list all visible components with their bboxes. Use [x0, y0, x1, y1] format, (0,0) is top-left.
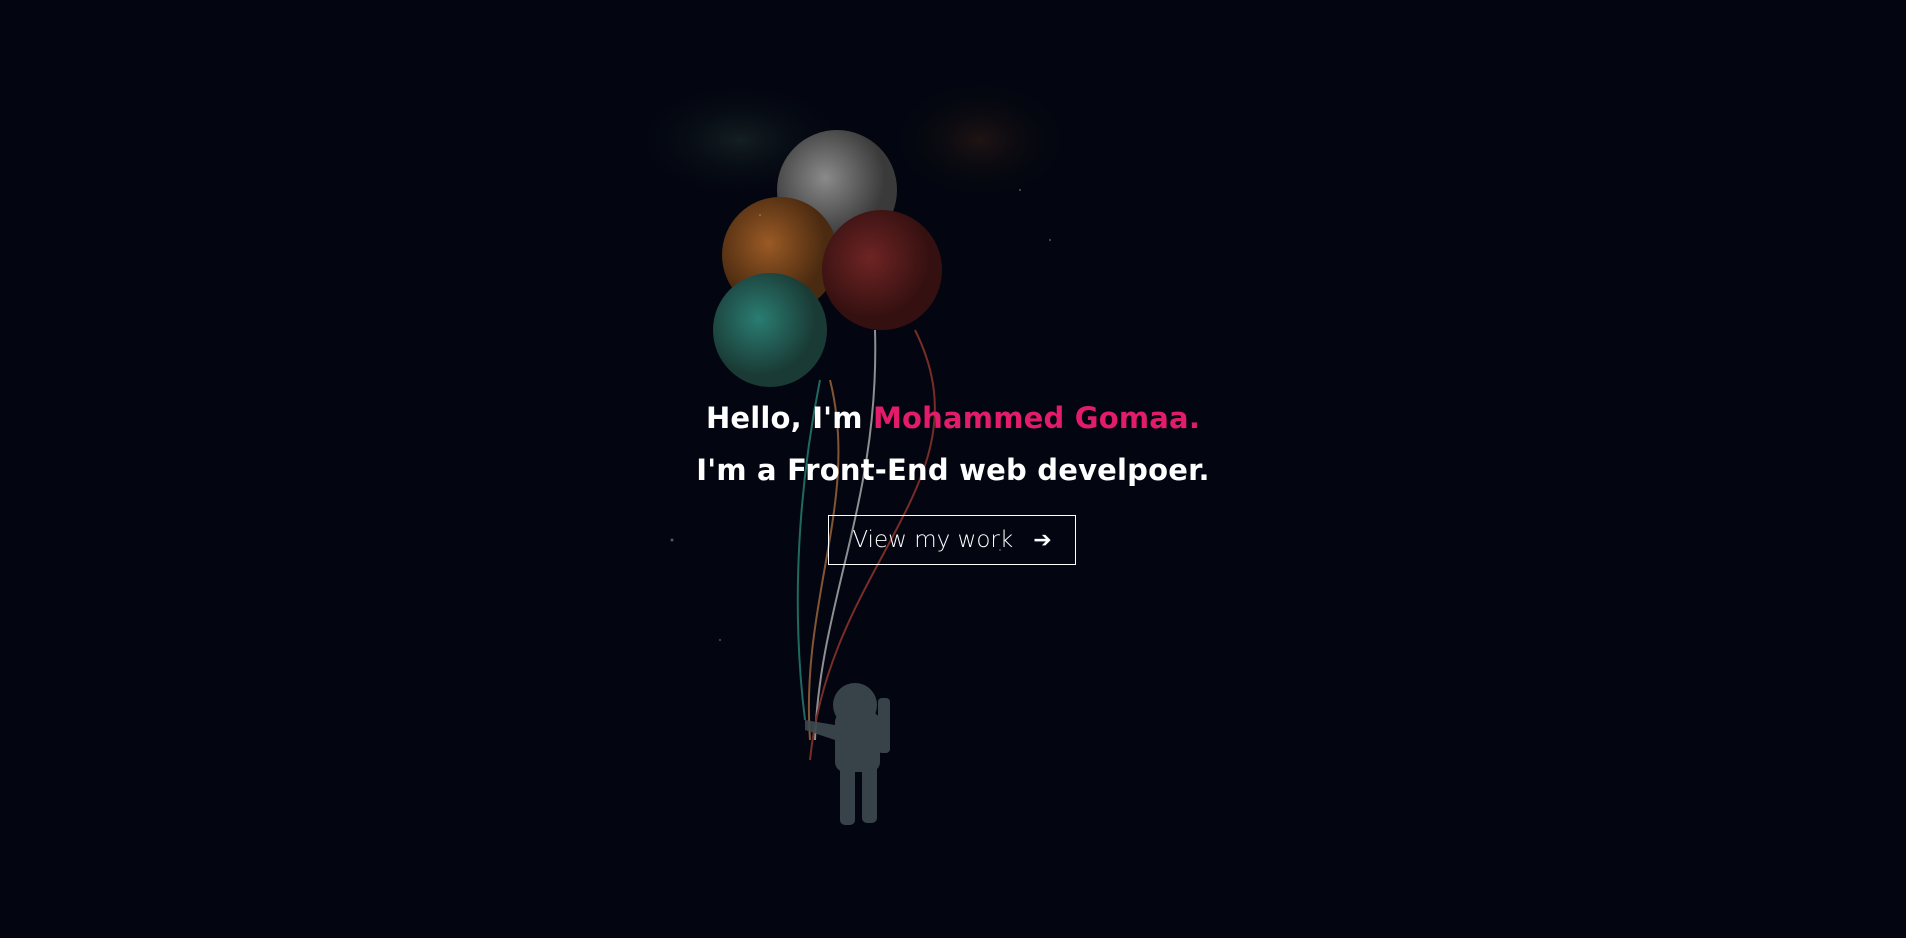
hero-greeting: Hello, I'm Mohammed Gomaa.	[0, 392, 1906, 444]
arrow-right-icon: ➔	[1033, 527, 1052, 553]
red-planet-balloon	[822, 210, 942, 330]
greeting-text: Hello, I'm	[705, 401, 873, 435]
view-my-work-button[interactable]: View my work ➔	[828, 515, 1076, 565]
hero: Hello, I'm Mohammed Gomaa. I'm a Front-E…	[0, 392, 1906, 496]
hero-name: Mohammed Gomaa.	[872, 401, 1201, 435]
earth-balloon	[713, 273, 827, 387]
view-my-work-label: View my work	[852, 527, 1014, 553]
hero-tagline: I'm a Front-End web develpoer.	[696, 453, 1210, 487]
cloud	[890, 80, 1070, 200]
